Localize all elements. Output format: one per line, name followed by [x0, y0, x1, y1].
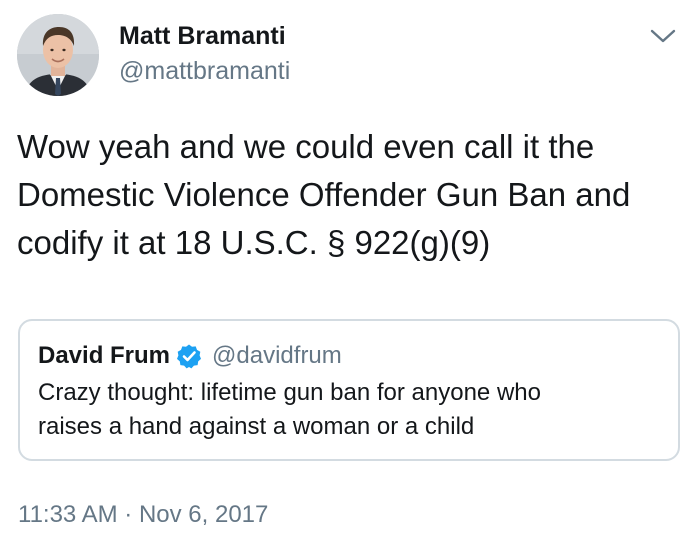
quoted-author-handle: @davidfrum [212, 342, 342, 369]
author-handle[interactable]: @mattbramanti [119, 57, 290, 86]
quoted-text-line: Crazy thought: lifetime gun ban for anyo… [38, 379, 541, 406]
author-name[interactable]: Matt Bramanti [119, 22, 286, 51]
tweet-text-line: Wow yeah and we could even call it the [17, 128, 595, 165]
tweet-text-line: Domestic Violence Offender Gun Ban and [17, 176, 631, 213]
chevron-down-icon[interactable] [649, 26, 677, 46]
avatar-photo [17, 14, 99, 96]
quoted-author-name: David Frum [38, 342, 171, 369]
tweet: Matt Bramanti @mattbramanti Wow yeah and… [0, 0, 700, 558]
quoted-tweet-header: David Frum @davidfrum [38, 341, 342, 371]
quoted-tweet-card[interactable]: David Frum @davidfrum Crazy thought: lif… [18, 319, 680, 461]
tweet-timestamp[interactable]: 11:33 AM · Nov 6, 2017 [18, 501, 268, 529]
avatar[interactable] [17, 14, 99, 96]
tweet-text-line: codify it at 18 U.S.C. § 922(g)(9) [17, 224, 491, 261]
tweet-text: Wow yeah and we could even call it the D… [17, 123, 687, 267]
quoted-tweet-text: Crazy thought: lifetime gun ban for anyo… [38, 376, 668, 444]
verified-badge-icon [176, 343, 202, 369]
quoted-text-line: raises a hand against a woman or a child [38, 413, 475, 440]
